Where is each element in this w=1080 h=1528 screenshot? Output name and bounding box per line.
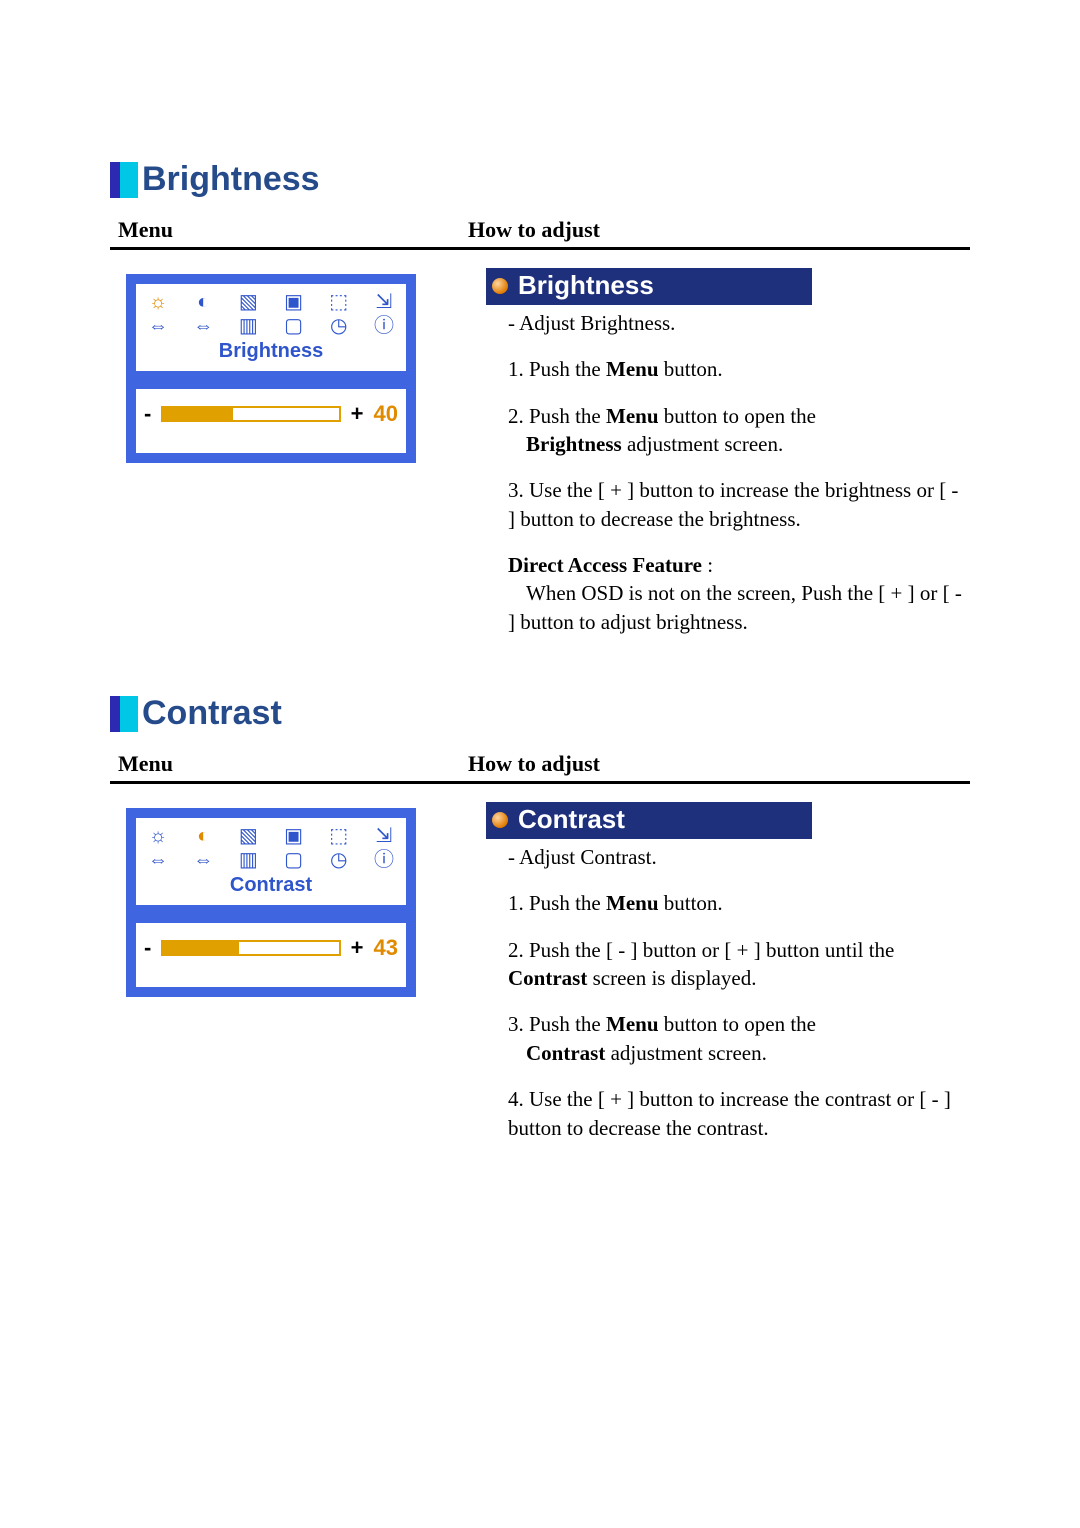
brightness-icon: ☼: [144, 290, 172, 314]
column-headers: Menu How to adjust: [110, 217, 970, 243]
osd-preview-col: ☼ ◐ ▧ ▣ ⬚ ⇲ ⇔ ⇔ ▥ ▢ ◷ ⓘ C: [110, 802, 476, 997]
slider-value: 40: [374, 401, 398, 427]
section-heading-brightness: Brightness: [110, 160, 970, 199]
step-summary: - Adjust Contrast.: [508, 843, 970, 871]
slider-fill: [163, 942, 238, 954]
osd-icon: ▣: [280, 824, 308, 848]
plus-icon: +: [351, 401, 364, 427]
step-3: 3. Push the Menu button to open the Cont…: [508, 1010, 970, 1067]
step-4: 4. Use the [ + ] button to increase the …: [508, 1085, 970, 1142]
step-2: 2. Push the Menu button to open the Brig…: [508, 402, 970, 459]
instruction-badge-label: Brightness: [518, 270, 654, 301]
instruction-badge: Contrast: [486, 802, 812, 839]
minus-icon: -: [144, 935, 151, 961]
instructions-col: Contrast - Adjust Contrast. 1. Push the …: [476, 802, 970, 1160]
osd-icon: ⬚: [325, 824, 353, 848]
section-tab-icon: [110, 162, 138, 198]
contrast-icon: ◐: [189, 824, 217, 848]
contrast-row: ☼ ◐ ▧ ▣ ⬚ ⇲ ⇔ ⇔ ▥ ▢ ◷ ⓘ C: [110, 802, 970, 1160]
instruction-badge: Brightness: [486, 268, 812, 305]
section-heading-contrast: Contrast: [110, 694, 970, 733]
osd-icon-grid: ☼ ◐ ▧ ▣ ⬚ ⇲ ⇔ ⇔ ▥ ▢ ◷ ⓘ C: [136, 818, 406, 905]
section-tab-icon: [110, 696, 138, 732]
osd-caption: Brightness: [144, 338, 398, 367]
section-title: Brightness: [142, 160, 320, 199]
col-howto-label: How to adjust: [468, 751, 970, 777]
col-menu-label: Menu: [118, 751, 468, 777]
osd-icon: ⇔: [144, 848, 172, 872]
osd-icon: ⇲: [370, 824, 398, 848]
info-icon: ⓘ: [370, 314, 398, 338]
col-menu-label: Menu: [118, 217, 468, 243]
bullet-icon: [492, 812, 508, 828]
section-title: Contrast: [142, 694, 282, 733]
slider-value: 43: [374, 935, 398, 961]
osd-icon: ⬚: [325, 290, 353, 314]
brightness-icon: ☼: [144, 824, 172, 848]
instruction-steps: - Adjust Brightness. 1. Push the Menu bu…: [486, 309, 970, 636]
contrast-icon: ◐: [189, 290, 217, 314]
divider: [110, 247, 970, 250]
osd-icon: ▣: [280, 290, 308, 314]
osd-icon-row-top: ☼ ◐ ▧ ▣ ⬚ ⇲: [144, 824, 398, 848]
osd-icon: ◷: [325, 314, 353, 338]
instruction-steps: - Adjust Contrast. 1. Push the Menu butt…: [486, 843, 970, 1142]
osd-icon: ▢: [280, 848, 308, 872]
osd-icon: ⇲: [370, 290, 398, 314]
osd-icon: ▥: [234, 314, 262, 338]
osd-icon: ▥: [234, 848, 262, 872]
step-1: 1. Push the Menu button.: [508, 355, 970, 383]
osd-panel-brightness: ☼ ◐ ▧ ▣ ⬚ ⇲ ⇔ ⇔ ▥ ▢ ◷ ⓘ B: [126, 274, 416, 463]
osd-icon: ▧: [234, 824, 262, 848]
osd-icon: ▢: [280, 314, 308, 338]
osd-caption: Contrast: [144, 872, 398, 901]
bullet-icon: [492, 278, 508, 294]
step-1: 1. Push the Menu button.: [508, 889, 970, 917]
col-howto-label: How to adjust: [468, 217, 970, 243]
slider-fill: [163, 408, 233, 420]
step-2: 2. Push the [ - ] button or [ + ] button…: [508, 936, 970, 993]
osd-icon: ◷: [325, 848, 353, 872]
osd-icon: ▧: [234, 290, 262, 314]
minus-icon: -: [144, 401, 151, 427]
slider-track: [161, 406, 340, 422]
osd-icon: ⇔: [189, 314, 217, 338]
osd-panel-contrast: ☼ ◐ ▧ ▣ ⬚ ⇲ ⇔ ⇔ ▥ ▢ ◷ ⓘ C: [126, 808, 416, 997]
instructions-col: Brightness - Adjust Brightness. 1. Push …: [476, 268, 970, 654]
info-icon: ⓘ: [370, 848, 398, 872]
osd-icon-row-bottom: ⇔ ⇔ ▥ ▢ ◷ ⓘ: [144, 848, 398, 872]
osd-preview-col: ☼ ◐ ▧ ▣ ⬚ ⇲ ⇔ ⇔ ▥ ▢ ◷ ⓘ B: [110, 268, 476, 463]
plus-icon: +: [351, 935, 364, 961]
step-summary: - Adjust Brightness.: [508, 309, 970, 337]
column-headers: Menu How to adjust: [110, 751, 970, 777]
osd-icon-row-top: ☼ ◐ ▧ ▣ ⬚ ⇲: [144, 290, 398, 314]
osd-slider: - + 43: [136, 923, 406, 987]
slider-track: [161, 940, 340, 956]
divider: [110, 781, 970, 784]
osd-icon: ⇔: [189, 848, 217, 872]
osd-icon-row-bottom: ⇔ ⇔ ▥ ▢ ◷ ⓘ: [144, 314, 398, 338]
osd-slider: - + 40: [136, 389, 406, 453]
osd-icon-grid: ☼ ◐ ▧ ▣ ⬚ ⇲ ⇔ ⇔ ▥ ▢ ◷ ⓘ B: [136, 284, 406, 371]
brightness-row: ☼ ◐ ▧ ▣ ⬚ ⇲ ⇔ ⇔ ▥ ▢ ◷ ⓘ B: [110, 268, 970, 654]
direct-access-feature: Direct Access Feature : When OSD is not …: [508, 551, 970, 636]
document-page: Brightness Menu How to adjust ☼ ◐ ▧ ▣ ⬚ …: [0, 0, 1080, 1528]
osd-icon: ⇔: [144, 314, 172, 338]
step-3: 3. Use the [ + ] button to increase the …: [508, 476, 970, 533]
instruction-badge-label: Contrast: [518, 804, 625, 835]
